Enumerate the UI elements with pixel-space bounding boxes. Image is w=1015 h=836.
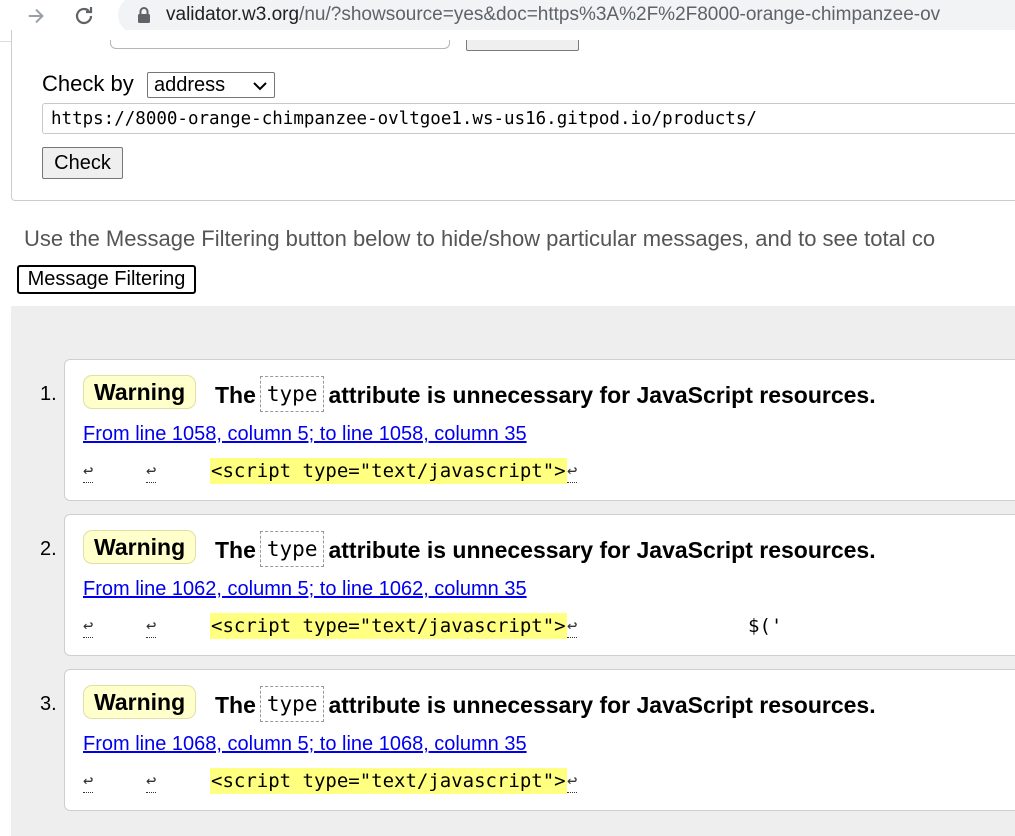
warning-badge: Warning <box>83 530 197 564</box>
code-chip: type <box>259 686 325 722</box>
warning-badge: Warning <box>83 685 197 719</box>
line-feed-icon: ↩ <box>567 616 578 638</box>
code-chip: type <box>259 376 325 412</box>
checkby-value: address <box>154 74 226 96</box>
warning-badge: Warning <box>83 375 197 409</box>
source-extract: ↩ ↩ <script type="text/javascript"> ↩ <box>83 768 983 796</box>
filter-instructions: Use the Message Filtering button below t… <box>24 226 936 251</box>
message-text: The type attribute is unnecessary for Java… <box>215 376 876 415</box>
message-item: Warning The type attribute is unnecessary … <box>64 514 1015 656</box>
source-extract: ↩ ↩ <script type="text/javascript"> ↩ <box>83 458 983 486</box>
message-number: 2. <box>40 538 57 560</box>
reload-icon <box>75 7 93 25</box>
location-link[interactable]: From line 1062, column 5; to line 1062, … <box>83 578 527 601</box>
address-bar-url: validator.w3.org/nu/?showsource=yes&doc=… <box>166 4 941 25</box>
highlighted-code: <script type="text/javascript"> <box>210 613 567 639</box>
location-link[interactable]: From line 1058, column 5; to line 1058, … <box>83 423 527 446</box>
arrow-right-icon <box>28 8 44 24</box>
message-filtering-button[interactable]: Message Filtering <box>17 265 196 294</box>
highlighted-code: <script type="text/javascript"> <box>210 458 567 484</box>
check-button[interactable]: Check <box>42 147 123 179</box>
location-link[interactable]: From line 1068, column 5; to line 1068, … <box>83 733 527 756</box>
checkby-select[interactable]: address <box>147 72 275 98</box>
line-feed-icon: ↩ <box>146 771 157 793</box>
line-feed-icon: ↩ <box>83 771 94 793</box>
highlighted-code: <script type="text/javascript"> <box>210 768 567 794</box>
message-number: 3. <box>40 693 57 715</box>
clipped-input[interactable] <box>110 40 450 49</box>
clipped-button[interactable] <box>466 40 579 51</box>
message-item: Warning The type attribute is unnecessary … <box>64 669 1015 811</box>
line-feed-icon: ↩ <box>567 771 578 793</box>
line-feed-icon: ↩ <box>83 616 94 638</box>
line-feed-icon: ↩ <box>146 616 157 638</box>
message-item: Warning The type attribute is unnecessary … <box>64 359 1015 501</box>
lock-icon <box>138 7 150 23</box>
code-chip: type <box>259 531 325 567</box>
message-text: The type attribute is unnecessary for Java… <box>215 531 876 570</box>
trailing-code: $(' <box>748 615 783 637</box>
line-feed-icon: ↩ <box>567 461 578 483</box>
chevron-down-icon <box>253 82 267 91</box>
checkby-label: Check by <box>42 71 134 96</box>
forward-button[interactable] <box>20 0 52 32</box>
message-text: The type attribute is unnecessary for Java… <box>215 686 876 725</box>
message-number: 1. <box>40 383 57 405</box>
line-feed-icon: ↩ <box>83 461 94 483</box>
source-extract: ↩ ↩ <script type="text/javascript"> ↩ $(… <box>83 613 983 641</box>
line-feed-icon: ↩ <box>146 461 157 483</box>
url-input[interactable]: https://8000-orange-chimpanzee-ovltgoe1.… <box>42 103 1015 134</box>
reload-button[interactable] <box>68 0 100 32</box>
